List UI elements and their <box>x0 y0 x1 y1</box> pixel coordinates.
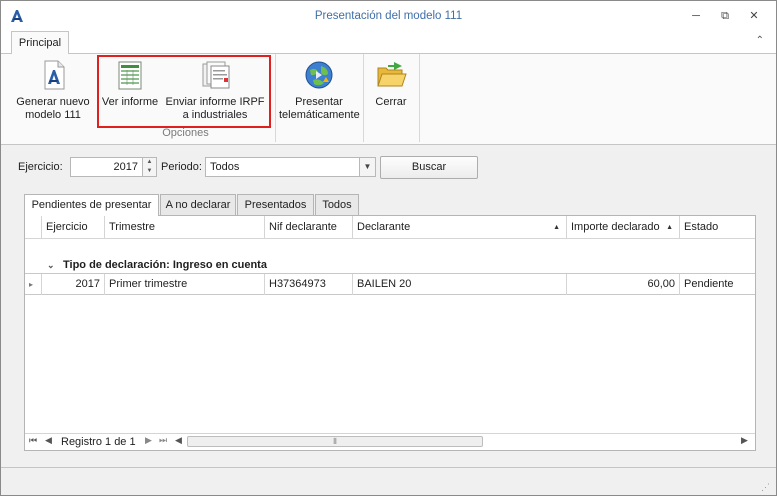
row-indicator-header <box>25 216 41 239</box>
application-window: Presentación del modelo 111 ─ ⧉ ✕ Princi… <box>0 0 777 496</box>
record-counter: Registro 1 de 1 <box>61 436 136 448</box>
filter-bar: Ejercicio: 2017 ▲ ▼ Periodo: Todos ▼ Busc… <box>1 149 776 185</box>
title-bar: Presentación del modelo 111 ─ ⧉ ✕ <box>1 1 776 31</box>
cell-ejercicio: 2017 <box>41 274 104 295</box>
ribbon-tab-strip: Principal ⌃ <box>1 31 776 54</box>
col-importe[interactable]: Importe declarado ▲ <box>566 216 679 239</box>
buscar-button[interactable]: Buscar <box>380 156 478 179</box>
cell-importe: 60,00 <box>566 274 679 295</box>
row-pointer-icon: ▸ <box>29 280 34 289</box>
document-logo-icon <box>44 60 65 90</box>
generar-modelo-button[interactable]: Generar nuevo modelo 111 <box>13 58 93 122</box>
cell-trimestre: Primer trimestre <box>104 274 264 295</box>
last-record-icon[interactable]: ⏭ <box>159 435 167 446</box>
presentar-button[interactable]: Presentar telemáticamente <box>279 58 360 122</box>
col-trimestre[interactable]: Trimestre <box>104 216 264 239</box>
horizontal-scrollbar[interactable]: ⦀ <box>187 436 483 447</box>
group-row[interactable]: ⌄ Tipo de declaración: Ingreso en cuenta <box>25 256 755 274</box>
col-estado[interactable]: Estado <box>679 216 755 239</box>
generar-modelo-label: Generar nuevo modelo 111 <box>16 96 90 121</box>
col-declarante[interactable]: Declarante ▲ <box>352 216 566 239</box>
col-nif[interactable]: Nif declarante <box>264 216 352 239</box>
cell-estado: Pendiente <box>679 274 755 295</box>
ribbon-group-label: Opciones <box>162 127 209 139</box>
chevron-down-icon[interactable]: ▼ <box>359 157 376 177</box>
status-bar: ⋰ <box>1 467 776 495</box>
ribbon-separator <box>275 54 276 142</box>
ejercicio-input[interactable]: 2017 <box>70 157 143 177</box>
periodo-select[interactable]: Todos <box>205 157 360 177</box>
col-ejercicio[interactable]: Ejercicio <box>41 216 104 239</box>
chevron-down-icon[interactable]: ⌄ <box>47 256 55 274</box>
col-importe-label: Importe declarado <box>571 221 660 233</box>
ejercicio-spinner[interactable]: ▲ ▼ <box>142 157 157 177</box>
tab-presentados[interactable]: Presentados <box>237 194 314 215</box>
first-record-icon[interactable]: ⏮ <box>29 435 37 446</box>
data-grid: Ejercicio Trimestre Nif declarante Decla… <box>24 215 756 451</box>
prev-record-icon[interactable]: ◀ <box>45 435 52 446</box>
grid-header: Ejercicio Trimestre Nif declarante Decla… <box>25 216 755 239</box>
table-row[interactable]: ▸ 2017 Primer trimestre H37364973 BAILEN… <box>25 274 755 295</box>
ribbon-separator <box>363 54 364 142</box>
scroll-left-icon[interactable]: ◀ <box>175 435 182 446</box>
sort-asc-icon: ▲ <box>553 224 560 231</box>
periodo-label: Periodo: <box>161 161 202 173</box>
col-declarante-label: Declarante <box>357 221 411 233</box>
cell-declarante: BAILEN 20 <box>352 274 566 295</box>
ejercicio-label: Ejercicio: <box>18 161 63 173</box>
collapse-ribbon-icon[interactable]: ⌃ <box>756 35 764 46</box>
cerrar-button[interactable]: Cerrar <box>367 58 415 109</box>
resize-grip-icon[interactable]: ⋰ <box>761 482 770 493</box>
tab-todos[interactable]: Todos <box>315 194 359 215</box>
scroll-right-icon[interactable]: ▶ <box>741 435 748 446</box>
ribbon-separator <box>419 54 420 142</box>
cerrar-label: Cerrar <box>375 96 407 108</box>
group-header-label: Tipo de declaración: Ingreso en cuenta <box>63 259 267 271</box>
minimize-button[interactable]: ─ <box>685 7 707 25</box>
highlight-box <box>97 55 271 128</box>
sort-asc-icon: ▲ <box>666 224 673 231</box>
presentar-label: Presentar telemáticamente <box>279 96 360 121</box>
window-title: Presentación del modelo 111 <box>314 10 463 22</box>
tab-principal[interactable]: Principal <box>11 31 69 54</box>
tab-no-declarar[interactable]: A no declarar <box>160 194 236 215</box>
cell-nif: H37364973 <box>264 274 352 295</box>
globe-upload-icon <box>305 61 333 89</box>
restore-button[interactable]: ⧉ <box>714 7 736 25</box>
folder-exit-icon <box>377 62 407 87</box>
grid-footer: ⏮ ◀ Registro 1 de 1 ▶ ⏭ ◀ ⦀ ▶ <box>25 433 755 450</box>
close-button[interactable]: ✕ <box>743 7 765 25</box>
tab-pendientes[interactable]: Pendientes de presentar <box>24 194 159 216</box>
next-record-icon[interactable]: ▶ <box>145 435 152 446</box>
